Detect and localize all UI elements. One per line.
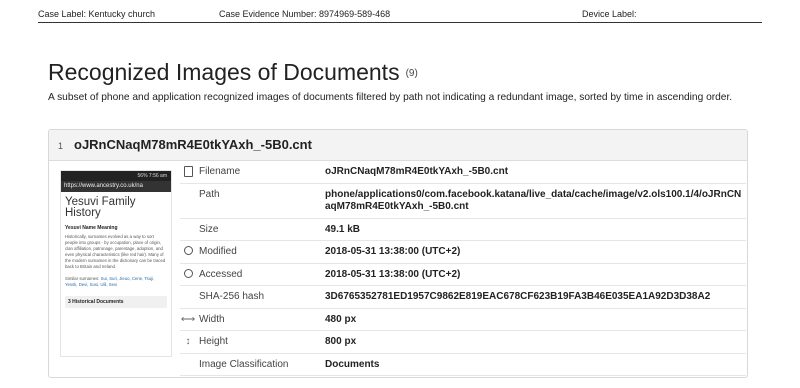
prop-row-height: ↕ Height 800 px	[180, 330, 746, 354]
thumb-statusbar: 56% 7:56 am	[61, 171, 171, 181]
thumb-similar: Similar surnames: Sui, Suri, Jieuo, Cene…	[61, 270, 171, 288]
prop-key: Path	[196, 183, 325, 219]
case-header: Case Label: Kentucky church Case Evidenc…	[38, 0, 762, 23]
page-title-text: Recognized Images of Documents	[48, 59, 400, 85]
prop-row-path: Path phone/applications0/com.facebook.ka…	[180, 183, 746, 219]
prop-value: 2018-05-31 13:38:00 (UTC+2)	[325, 263, 746, 286]
prop-key: Height	[196, 330, 325, 354]
prop-value: 480 px	[325, 308, 746, 331]
prop-key: Modified	[196, 240, 325, 264]
result-count: (9)	[405, 68, 418, 80]
prop-key: Size	[196, 218, 325, 241]
prop-value: 800 px	[325, 330, 746, 354]
height-icon: ↕	[185, 336, 191, 347]
prop-row-classification: Image Classification Documents	[180, 353, 746, 376]
file-icon	[183, 166, 193, 177]
prop-value: Documents	[325, 353, 746, 376]
prop-row-accessed: Accessed 2018-05-31 13:38:00 (UTC+2)	[180, 263, 746, 286]
prop-value: phone/applications0/com.facebook.katana/…	[325, 183, 746, 219]
prop-key: Accessed	[196, 263, 325, 286]
thumb-subtitle: Yesuvi Name Meaning	[65, 225, 118, 231]
document-thumbnail[interactable]: 56% 7:56 am https://www.ancestry.co.uk/n…	[60, 170, 172, 357]
page-description: A subset of phone and application recogn…	[48, 92, 733, 103]
prop-row-width: ⟷ Width 480 px	[180, 308, 746, 331]
prop-value: 2018-05-31 13:38:00 (UTC+2)	[325, 240, 746, 264]
prop-row-filename: Filename oJRnCNaqM78mR4E0tkYAxh_-5B0.cnt	[180, 161, 746, 184]
thumb-similar-label: Similar surnames:	[65, 276, 100, 281]
prop-row-modified: Modified 2018-05-31 13:38:00 (UTC+2)	[180, 240, 746, 264]
properties-table: Filename oJRnCNaqM78mR4E0tkYAxh_-5B0.cnt…	[180, 161, 746, 376]
record-index: 1	[58, 141, 64, 151]
thumb-urlbar: https://www.ancestry.co.uk/na	[61, 181, 171, 192]
prop-value: 3D6765352781ED1957C9862E819EAC678CF623B1…	[325, 285, 746, 309]
prop-key: Filename	[196, 161, 325, 184]
record-title: oJRnCNaqM78mR4E0tkYAxh_-5B0.cnt	[74, 137, 312, 152]
case-evidence-number: Case Evidence Number: 8974969-589-468	[219, 9, 391, 19]
prop-key: SHA-256 hash	[196, 285, 325, 309]
thumb-historical: 3 Historical Documents	[65, 296, 167, 308]
prop-row-sha256: SHA-256 hash 3D6765352781ED1957C9862E819…	[180, 285, 746, 309]
thumb-title: Yesuvi Family History	[65, 196, 136, 219]
width-icon: ⟷	[180, 313, 196, 325]
clock-icon	[183, 268, 193, 278]
prop-key: Image Classification	[196, 353, 325, 376]
prop-value: oJRnCNaqM78mR4E0tkYAxh_-5B0.cnt	[325, 161, 746, 184]
device-label: Device Label:	[582, 9, 637, 19]
thumb-status: 56% 7:56 am	[137, 173, 167, 179]
page-title: Recognized Images of Documents (9)	[48, 59, 418, 86]
record-card: 1 oJRnCNaqM78mR4E0tkYAxh_-5B0.cnt 56% 7:…	[48, 129, 748, 378]
prop-value: 49.1 kB	[325, 218, 746, 241]
thumb-body: Historically, surnames evolved as a way …	[65, 234, 166, 269]
prop-key: Width	[196, 308, 325, 331]
record-header[interactable]: 1 oJRnCNaqM78mR4E0tkYAxh_-5B0.cnt	[49, 130, 747, 161]
case-label: Case Label: Kentucky church	[38, 9, 156, 19]
clock-icon	[183, 246, 193, 255]
prop-row-size: Size 49.1 kB	[180, 218, 746, 241]
